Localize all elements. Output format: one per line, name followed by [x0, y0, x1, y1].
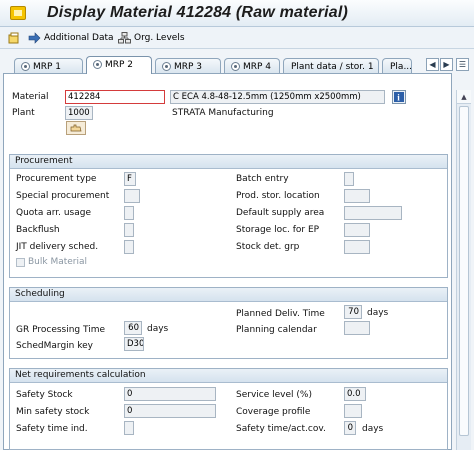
vertical-scrollbar[interactable]: ▲ [456, 90, 471, 450]
tab-plant-data-stor-1[interactable]: Plant data / stor. 1 [283, 58, 379, 74]
tab-list-icon[interactable]: ☰ [456, 58, 469, 71]
default-supply-area-field[interactable] [344, 206, 402, 220]
prod-stor-location-label: Prod. stor. location [236, 191, 320, 201]
title-bar: Display Material 412284 (Raw material) [0, 0, 474, 27]
jit-delivery-field[interactable] [124, 240, 134, 254]
safety-time-act-cov-field[interactable]: 0 [344, 421, 356, 435]
org-levels-label: Org. Levels [134, 33, 185, 43]
gr-processing-time-label: GR Processing Time [16, 325, 106, 335]
window-title: Display Material 412284 (Raw material) [47, 4, 349, 21]
tab-plant-data-more[interactable]: Pla... [382, 58, 412, 74]
scheduling-title: Scheduling [10, 288, 447, 302]
org-levels-button[interactable]: Org. Levels [118, 31, 188, 45]
tab-strip: MRP 1 MRP 2 MRP 3 MRP 4 Plant data / sto… [0, 55, 474, 74]
bulk-material-label: Bulk Material [28, 257, 88, 267]
display-change-icon [8, 32, 19, 44]
search-help-button[interactable] [66, 121, 86, 135]
safety-stock-label: Safety Stock [16, 390, 73, 400]
display-change-button[interactable] [8, 31, 20, 45]
batch-entry-field[interactable] [344, 172, 354, 186]
plant-description: STRATA Manufacturing [172, 108, 274, 118]
jit-delivery-label: JIT delivery sched. [16, 242, 99, 252]
scroll-thumb[interactable] [459, 106, 469, 436]
plant-label: Plant [12, 108, 35, 118]
safety-stock-field[interactable]: 0 [124, 387, 216, 401]
batch-entry-label: Batch entry [236, 174, 289, 184]
scroll-up-button[interactable]: ▲ [457, 90, 471, 104]
coverage-profile-field[interactable] [344, 404, 362, 418]
stock-det-grp-field[interactable] [344, 240, 370, 254]
storage-loc-ep-label: Storage loc. for EP [236, 225, 320, 235]
stock-det-grp-label: Stock det. grp [236, 242, 300, 252]
tab-status-icon [93, 60, 102, 69]
tab-status-icon [231, 62, 240, 71]
quota-arr-usage-field[interactable] [124, 206, 134, 220]
prod-stor-location-field[interactable] [344, 189, 370, 203]
tab-mrp-3[interactable]: MRP 3 [155, 58, 221, 74]
tab-mrp-1[interactable]: MRP 1 [14, 58, 83, 74]
procurement-type-label: Procurement type [16, 174, 97, 184]
service-level-field[interactable]: 0.0 [344, 387, 366, 401]
tab-status-icon [162, 62, 171, 71]
sap-menu-icon[interactable] [10, 6, 26, 20]
tab-scroll-right-button[interactable]: ▶ [440, 58, 453, 71]
plant-field[interactable]: 1000 [65, 106, 93, 120]
info-icon[interactable]: i [392, 90, 406, 104]
planning-calendar-field[interactable] [344, 321, 370, 335]
safety-time-act-cov-label: Safety time/act.cov. [236, 424, 326, 434]
net-requirements-title: Net requirements calculation [10, 369, 447, 383]
additional-data-button[interactable]: Additional Data [28, 31, 114, 45]
gr-processing-time-field[interactable]: 60 [124, 321, 142, 335]
application-toolbar: Additional Data Org. Levels [0, 27, 474, 49]
service-level-label: Service level (%) [236, 390, 312, 400]
tab-status-icon [21, 62, 30, 71]
arrow-right-icon [28, 32, 41, 44]
coverage-profile-label: Coverage profile [236, 407, 311, 417]
tab-scroll-left-button[interactable]: ◀ [426, 58, 439, 71]
planning-calendar-label: Planning calendar [236, 325, 317, 335]
special-procurement-label: Special procurement [16, 191, 110, 201]
backflush-field[interactable] [124, 223, 134, 237]
safety-time-ind-label: Safety time ind. [16, 424, 88, 434]
backflush-label: Backflush [16, 225, 60, 235]
min-safety-stock-label: Min safety stock [16, 407, 90, 417]
procurement-title: Procurement [10, 155, 447, 169]
quota-arr-usage-label: Quota arr. usage [16, 208, 92, 218]
planned-deliv-time-label: Planned Deliv. Time [236, 309, 325, 319]
tab-mrp-4[interactable]: MRP 4 [224, 58, 280, 74]
min-safety-stock-field[interactable]: 0 [124, 404, 216, 418]
special-procurement-field[interactable] [124, 189, 140, 203]
planned-deliv-unit: days [367, 308, 389, 318]
org-levels-icon [118, 32, 131, 44]
material-field[interactable]: 412284 [65, 90, 165, 104]
tab-mrp-2[interactable]: MRP 2 [86, 56, 152, 74]
gr-processing-unit: days [147, 324, 169, 334]
hand-pointer-icon [70, 124, 82, 132]
bulk-material-checkbox[interactable] [16, 258, 25, 267]
schedmargin-key-label: SchedMargin key [16, 341, 93, 351]
schedmargin-key-field[interactable]: D30 [124, 337, 144, 351]
safety-time-unit: days [362, 424, 384, 434]
procurement-type-field[interactable]: F [124, 172, 136, 186]
material-description-field[interactable]: C ECA 4.8-48-12.5mm (1250mm x2500mm) [170, 90, 385, 104]
material-label: Material [12, 92, 49, 102]
storage-loc-ep-field[interactable] [344, 223, 370, 237]
info-glyph: i [394, 92, 404, 103]
planned-deliv-time-field[interactable]: 70 [344, 305, 362, 319]
additional-data-label: Additional Data [44, 33, 114, 43]
safety-time-ind-field[interactable] [124, 421, 134, 435]
default-supply-area-label: Default supply area [236, 208, 325, 218]
